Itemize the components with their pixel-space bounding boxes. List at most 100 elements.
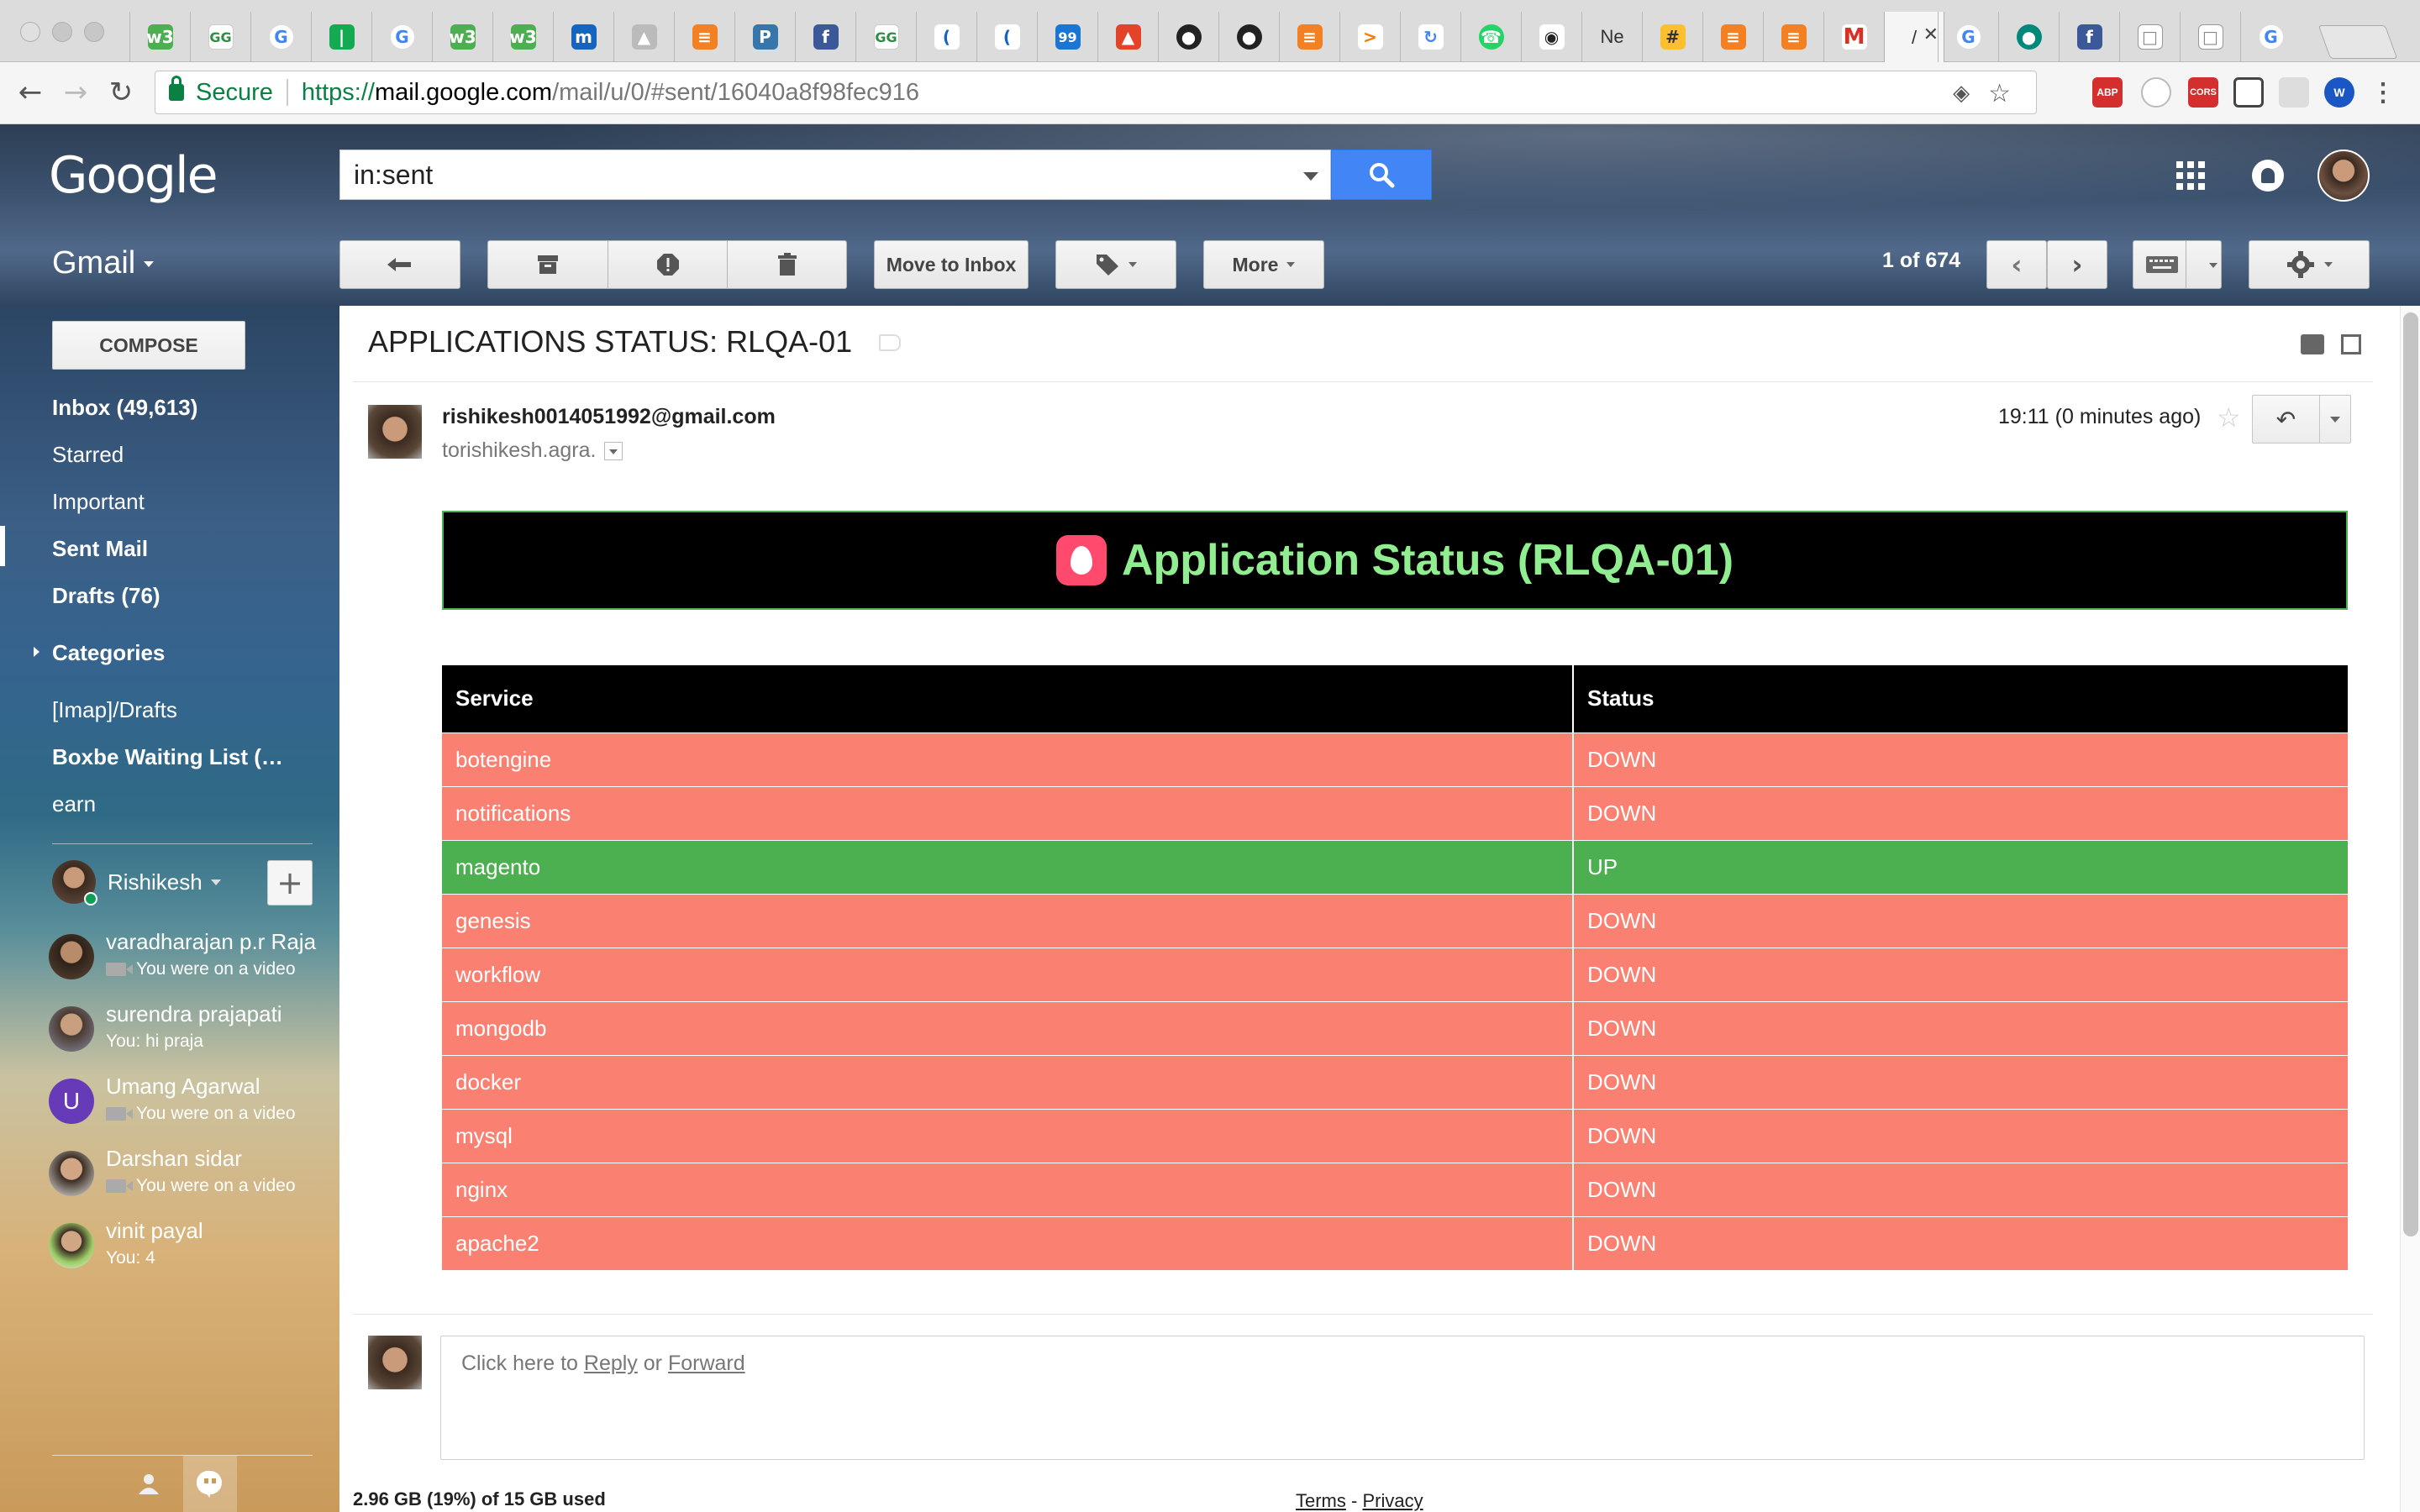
new-conversation-button[interactable]: + <box>267 860 313 906</box>
browser-tab[interactable]: ☎ <box>1460 12 1521 62</box>
input-tools-button[interactable] <box>2133 240 2222 289</box>
newer-button[interactable]: ‹ <box>1986 240 2047 289</box>
zoom-window-button[interactable] <box>84 22 104 42</box>
browser-tab[interactable]: ● <box>1998 12 2059 62</box>
report-spam-button[interactable] <box>608 240 727 289</box>
hangouts-tab[interactable] <box>183 1456 237 1512</box>
browser-tab[interactable]: w3 <box>129 12 190 62</box>
back-icon[interactable]: ← <box>13 76 47 109</box>
chevron-right-icon[interactable]: › <box>2071 249 2082 281</box>
browser-menu-icon[interactable]: ⋮ <box>2370 77 2396 108</box>
new-tab-button[interactable] <box>2317 25 2398 59</box>
labels-button[interactable] <box>1055 240 1176 289</box>
back-to-sent-button[interactable] <box>339 240 460 289</box>
privacy-link[interactable]: Privacy <box>1362 1490 1423 1511</box>
browser-tab[interactable]: | <box>311 12 371 62</box>
minimize-window-button[interactable] <box>52 22 72 42</box>
browser-tab[interactable]: P <box>734 12 795 62</box>
bookmark-star-icon[interactable]: ☆ <box>1988 79 2011 108</box>
more-button[interactable]: More <box>1203 240 1324 289</box>
gmail-switcher[interactable]: Gmail <box>52 245 155 281</box>
account-avatar[interactable] <box>2317 150 2370 202</box>
browser-tab[interactable]: □ <box>2180 12 2240 62</box>
terms-link[interactable]: Terms <box>1296 1490 1346 1511</box>
reply-link[interactable]: Reply <box>584 1352 638 1375</box>
older-button[interactable]: › <box>2047 240 2107 289</box>
browser-tab[interactable]: f <box>2059 12 2119 62</box>
nav-item-drafts[interactable]: Drafts (76) <box>52 583 160 609</box>
nav-item-sent-mail[interactable]: Sent Mail <box>52 536 148 562</box>
nav-item-starred[interactable]: Starred <box>52 442 124 468</box>
adblock-icon[interactable]: ABP <box>2092 77 2123 108</box>
browser-tab[interactable]: Ne <box>1581 12 1642 62</box>
extension-icon[interactable] <box>2279 77 2309 108</box>
browser-tab[interactable]: M <box>1823 12 1884 62</box>
sender-email[interactable]: rishikesh0014051992@gmail.com <box>442 405 776 429</box>
browser-tab[interactable]: ● <box>1218 12 1279 62</box>
search-options-icon[interactable] <box>1303 172 1318 181</box>
browser-tab[interactable]: □ <box>2119 12 2180 62</box>
nav-item-inbox[interactable]: Inbox (49,613) <box>52 395 197 421</box>
browser-tab[interactable]: f <box>795 12 855 62</box>
move-to-inbox-button[interactable]: Move to Inbox <box>874 240 1028 289</box>
new-window-icon[interactable] <box>2341 334 2361 354</box>
archive-button[interactable] <box>487 240 608 289</box>
reply-arrow-icon[interactable]: ↶ <box>2253 396 2320 443</box>
search-button[interactable] <box>1331 150 1432 200</box>
print-icon[interactable] <box>2301 334 2324 354</box>
browser-tab[interactable]: ≡ <box>674 12 734 62</box>
browser-tab[interactable]: ▲ <box>1097 12 1158 62</box>
browser-tab[interactable]: w3 <box>432 12 492 62</box>
url-bar[interactable]: Secure https://mail.google.com/mail/u/0/… <box>155 71 2037 114</box>
search-input[interactable]: in:sent <box>339 150 1331 200</box>
browser-tab[interactable]: G <box>2240 12 2301 62</box>
nav-item-categories[interactable]: Categories <box>52 640 165 666</box>
browser-tab[interactable]: ▲ <box>613 12 674 62</box>
apps-grid-icon[interactable] <box>2176 161 2205 190</box>
settings-button[interactable] <box>2249 240 2370 289</box>
star-icon[interactable]: ☆ <box>2217 402 2241 433</box>
notifications-bell-icon[interactable] <box>2252 160 2284 192</box>
reload-icon[interactable]: ↻ <box>104 76 138 109</box>
browser-tab[interactable]: # <box>1642 12 1702 62</box>
show-details-icon[interactable] <box>604 441 623 460</box>
label-tag-icon[interactable] <box>879 334 901 351</box>
quick-reply-box[interactable]: Click here to Reply or Forward <box>440 1336 2365 1460</box>
browser-tab[interactable]: G <box>371 12 432 62</box>
browser-tab[interactable]: > <box>1339 12 1400 62</box>
screenshot-icon[interactable] <box>2233 77 2264 108</box>
browser-tab[interactable]: w3 <box>492 12 553 62</box>
extension-icon[interactable] <box>2141 77 2171 108</box>
browser-tab[interactable]: 99 <box>1037 12 1097 62</box>
delete-button[interactable] <box>728 240 847 289</box>
more-reply-options[interactable] <box>2320 396 2350 443</box>
browser-tab[interactable]: ≡ <box>1279 12 1339 62</box>
google-logo[interactable]: Google <box>49 146 218 205</box>
hangouts-self[interactable]: Rishikesh <box>52 860 221 906</box>
browser-tab[interactable]: m <box>553 12 613 62</box>
browser-tab[interactable]: GG <box>190 12 250 62</box>
expand-arrow-icon[interactable] <box>34 647 39 657</box>
nav-item-imap-drafts[interactable]: [Imap]/Drafts <box>52 697 177 723</box>
browser-tab[interactable]: ● <box>1158 12 1218 62</box>
browser-tab[interactable]: ◉ <box>1521 12 1581 62</box>
forward-link[interactable]: Forward <box>668 1352 745 1375</box>
browser-tab[interactable]: G <box>250 12 311 62</box>
forward-icon[interactable]: → <box>59 76 92 109</box>
storage-usage[interactable]: 2.96 GB (19%) of 15 GB used <box>353 1488 606 1510</box>
w-extension-icon[interactable]: W <box>2324 77 2354 108</box>
nav-item-important[interactable]: Important <box>52 489 145 515</box>
browser-tab[interactable]: ( <box>916 12 976 62</box>
scrollbar-thumb[interactable] <box>2403 312 2418 1236</box>
browser-tab[interactable]: G <box>1938 12 1998 62</box>
compose-button[interactable]: COMPOSE <box>52 321 245 370</box>
browser-tab[interactable]: ≡ <box>1763 12 1823 62</box>
browser-tab[interactable]: GG <box>855 12 916 62</box>
nav-item-earn[interactable]: earn <box>52 791 96 817</box>
browser-tab-active[interactable]: / ✕ <box>1884 12 1944 63</box>
contacts-person-icon[interactable] <box>136 1471 161 1496</box>
cors-icon[interactable]: CORS <box>2188 77 2218 108</box>
nav-item-boxbe[interactable]: Boxbe Waiting List (… <box>52 744 283 770</box>
browser-tab[interactable]: ( <box>976 12 1037 62</box>
browser-tab[interactable]: ↻ <box>1400 12 1460 62</box>
